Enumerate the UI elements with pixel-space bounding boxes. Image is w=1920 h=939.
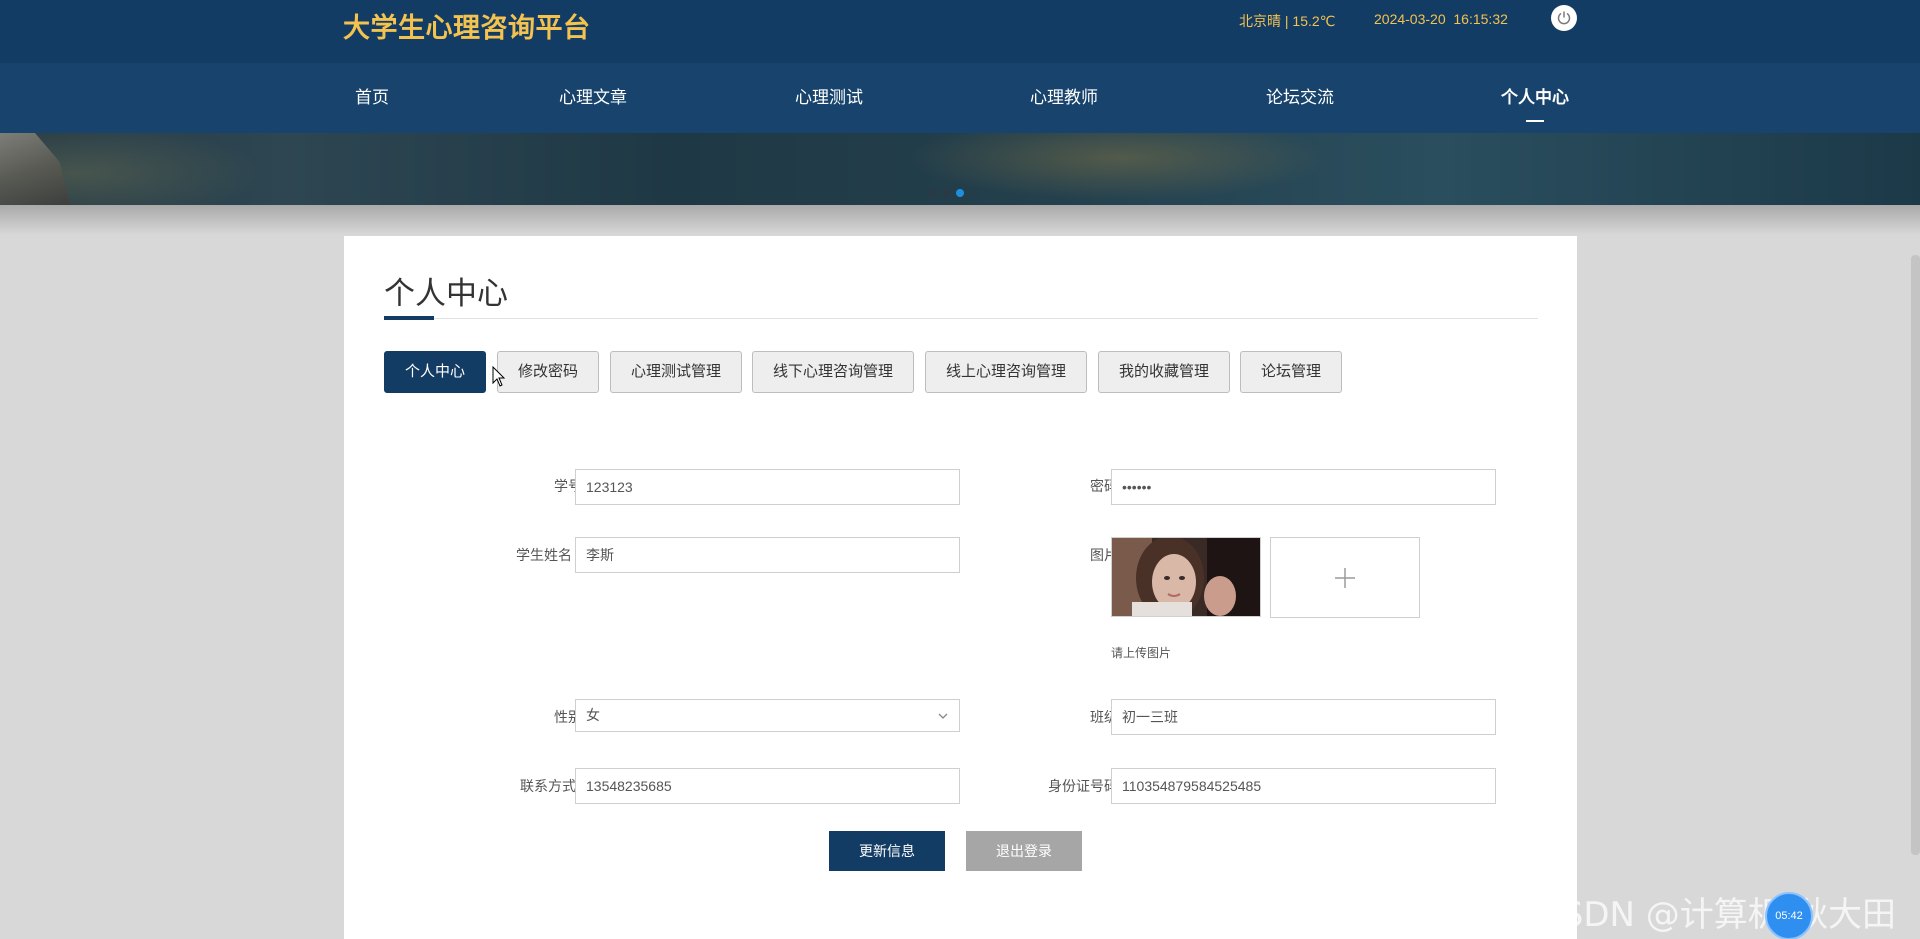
student-id-input[interactable]: 123123 bbox=[575, 469, 960, 505]
id-card-label: 身份证号码 bbox=[1048, 778, 1118, 794]
watermark: CSDN @计算机-秋大田 bbox=[1538, 895, 1897, 935]
logout-button[interactable]: 退出登录 bbox=[966, 831, 1082, 871]
heading-accent bbox=[384, 316, 434, 320]
nav-item-tests[interactable]: 心理测试 bbox=[795, 63, 863, 133]
page-title: 个人中心 bbox=[384, 276, 508, 312]
heading-divider bbox=[384, 318, 1538, 319]
profile-card: 个人中心 个人中心 修改密码 心理测试管理 线下心理咨询管理 线上心理咨询管理 … bbox=[344, 236, 1577, 939]
floating-timer-badge[interactable]: 05:42 bbox=[1765, 892, 1813, 939]
nav-item-profile[interactable]: 个人中心 bbox=[1501, 63, 1569, 133]
banner-image bbox=[0, 133, 70, 205]
tab-forum-management[interactable]: 论坛管理 bbox=[1240, 351, 1342, 393]
gender-select[interactable]: 女 bbox=[575, 699, 960, 732]
power-icon[interactable] bbox=[1551, 5, 1577, 31]
top-header: 大学生心理咨询平台 北京晴 | 15.2℃ 2024-03-20 16:15:3… bbox=[0, 0, 1920, 63]
carousel-dot-active[interactable] bbox=[956, 189, 964, 197]
id-card-input[interactable]: 110354879584525485 bbox=[1111, 768, 1496, 804]
nav-item-profile-label: 个人中心 bbox=[1501, 88, 1569, 107]
gender-select-value: 女 bbox=[586, 707, 600, 723]
carousel-dots bbox=[928, 189, 964, 197]
nav-item-home[interactable]: 首页 bbox=[355, 63, 389, 133]
tab-offline-consult[interactable]: 线下心理咨询管理 bbox=[752, 351, 914, 393]
carousel-dot[interactable] bbox=[942, 189, 950, 197]
page-scrollbar[interactable] bbox=[1911, 255, 1920, 855]
weather-info: 北京晴 | 15.2℃ bbox=[1239, 13, 1336, 29]
mouse-cursor-icon bbox=[492, 366, 506, 387]
carousel-dot[interactable] bbox=[928, 189, 936, 197]
tab-test-management[interactable]: 心理测试管理 bbox=[610, 351, 742, 393]
contact-label: 联系方式 bbox=[520, 778, 576, 794]
site-title[interactable]: 大学生心理咨询平台 bbox=[343, 6, 591, 45]
power-icon-glyph bbox=[1557, 11, 1571, 25]
avatar-image bbox=[1112, 538, 1260, 616]
update-info-button[interactable]: 更新信息 bbox=[829, 831, 945, 871]
image-upload-button[interactable] bbox=[1270, 537, 1420, 618]
contact-input[interactable]: 13548235685 bbox=[575, 768, 960, 804]
plus-icon bbox=[1335, 567, 1355, 588]
tab-profile[interactable]: 个人中心 bbox=[384, 351, 486, 393]
chevron-down-icon bbox=[938, 713, 948, 719]
nav-item-forum[interactable]: 论坛交流 bbox=[1266, 63, 1334, 133]
nav-item-teachers[interactable]: 心理教师 bbox=[1030, 63, 1098, 133]
student-name-input[interactable]: 李斯 bbox=[575, 537, 960, 573]
password-input[interactable]: •••••• bbox=[1111, 469, 1496, 505]
nav-active-indicator bbox=[1526, 120, 1544, 122]
banner-shadow bbox=[0, 205, 1920, 235]
avatar[interactable] bbox=[1111, 537, 1261, 617]
nav-item-articles[interactable]: 心理文章 bbox=[559, 63, 627, 133]
tab-favorites[interactable]: 我的收藏管理 bbox=[1098, 351, 1230, 393]
tab-change-password[interactable]: 修改密码 bbox=[497, 351, 599, 393]
class-input[interactable]: 初一三班 bbox=[1111, 699, 1496, 735]
upload-hint: 请上传图片 bbox=[1111, 646, 1172, 660]
tab-online-consult[interactable]: 线上心理咨询管理 bbox=[925, 351, 1087, 393]
main-nav: 首页 心理文章 心理测试 心理教师 论坛交流 个人中心 bbox=[0, 63, 1920, 133]
current-datetime: 2024-03-20 16:15:32 bbox=[1374, 11, 1508, 27]
student-name-label: 学生姓名 bbox=[516, 547, 572, 563]
